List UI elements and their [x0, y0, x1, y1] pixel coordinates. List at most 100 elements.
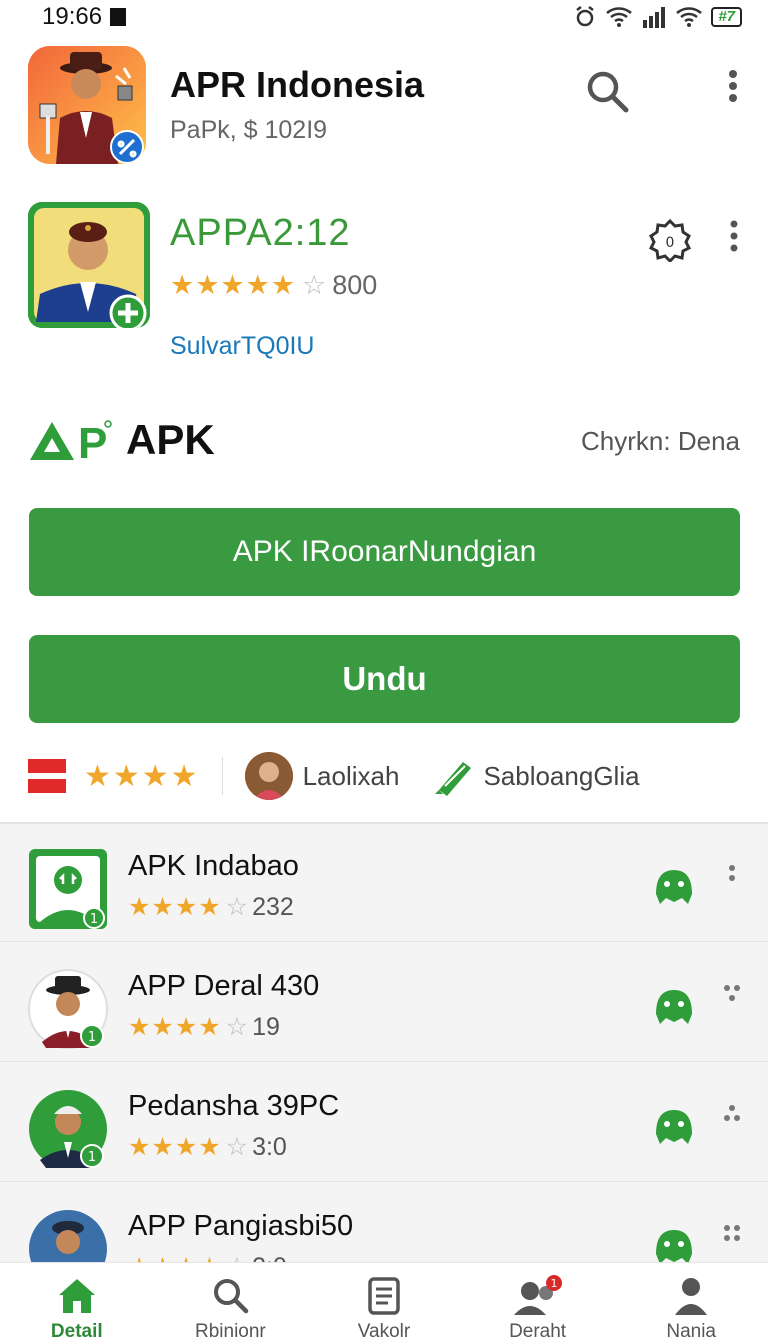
list-item-more-button[interactable] [722, 862, 742, 895]
nav-label: Deraht [509, 1321, 567, 1342]
list-item[interactable]: 1 APK Indabao ★★★★ ☆ 232 [0, 824, 768, 942]
brand-logo-icon: P [30, 419, 112, 464]
battery-icon: #7 [711, 7, 742, 27]
star-empty-icon: ☆ [226, 1252, 248, 1262]
list-item-title: APP Deral 430 [128, 970, 320, 1002]
list-item-more-button[interactable] [722, 982, 742, 1015]
nav-item-document[interactable]: Vakolr [307, 1263, 461, 1344]
nav-item-profile[interactable]: Nania [614, 1263, 768, 1344]
more-vert-icon [729, 70, 737, 102]
featured-developer-link[interactable]: SulvarTQ0IU [170, 332, 314, 361]
list-app-icon [28, 1208, 108, 1262]
info-strip: ★★★★ Laolixah SabloangGlia [28, 745, 740, 807]
wifi-icon [606, 7, 633, 27]
star-empty-icon: ☆ [225, 1013, 249, 1041]
status-bar: 19:66 #7 [0, 0, 768, 34]
verified-badge[interactable]: 0 [648, 218, 692, 267]
android-icon [656, 990, 692, 1024]
featured-rating: ★★★★★ ☆ 800 [170, 270, 377, 301]
badge-icon: 0 [648, 218, 692, 264]
list-item[interactable]: 1 APP Deral 430 ★★★★ ☆ 19 [0, 944, 768, 1062]
list-item[interactable]: 1 Pedansha 39PC ★★★★ ☆ 3:0 [0, 1064, 768, 1182]
svg-text:P: P [78, 419, 107, 464]
nav-item-detail[interactable]: Detail [0, 1263, 154, 1344]
developer-label: Chyrkn: Dena [581, 426, 740, 456]
featured-app-icon [28, 202, 150, 328]
list-item-more-button[interactable] [722, 1222, 742, 1255]
alarm-icon [576, 6, 595, 27]
divider [221, 757, 223, 795]
featured-more-button[interactable] [724, 218, 744, 259]
pencil-icon [435, 762, 472, 796]
home-icon [58, 1279, 95, 1313]
star-rating: ★★★★ [128, 1013, 222, 1041]
more-button[interactable] [718, 68, 748, 113]
android-button[interactable] [650, 1102, 698, 1155]
star-empty-icon: ☆ [225, 893, 249, 921]
list-item-rating: ★★★★ ☆ 3:0 [128, 1132, 287, 1162]
nav-label: Nania [666, 1321, 716, 1342]
flag-icon [28, 759, 66, 793]
star-rating: ★★★★ [128, 893, 222, 921]
list-item-count: 3:0 [252, 1132, 287, 1161]
app-title: APR Indonesia [170, 64, 425, 105]
list-item-rating: ★★★★ ☆ 232 [128, 892, 294, 922]
more-icon [724, 985, 740, 1001]
nav-label: Detail [50, 1321, 103, 1342]
search-icon [587, 71, 629, 113]
bottom-nav: Detail Rbinionr Vakolr 1 Deraht Nania [0, 1262, 768, 1344]
list-item-count: 2:0 [252, 1253, 287, 1263]
list-item-rating: ★★★★ ☆ 2:0 [128, 1252, 287, 1263]
android-icon [656, 1110, 692, 1144]
list-app-icon: 1 [28, 848, 108, 930]
tag-label[interactable]: SabloangGlia [483, 761, 639, 792]
brand-name: APK [126, 416, 215, 463]
star-rating: ★★★★ [128, 1252, 222, 1262]
list-item-rating: ★★★★ ☆ 19 [128, 1012, 280, 1042]
brand-row: P APK Chyrkn: Dena [28, 412, 740, 468]
android-icon [656, 1230, 692, 1262]
featured-app[interactable]: APPA2:12 ★★★★★ ☆ 800 SulvarTQ0IU 0 [28, 200, 748, 370]
android-button[interactable] [650, 862, 698, 915]
svg-text:1: 1 [90, 912, 98, 927]
app-subtitle: PaPk, $ 102I9 [170, 116, 328, 144]
list-item-count: 232 [252, 892, 294, 921]
android-button[interactable] [650, 982, 698, 1035]
user-name[interactable]: Laolixah [303, 761, 400, 792]
nav-label: Rbinionr [195, 1321, 266, 1342]
person-icon [675, 1278, 708, 1315]
list-item[interactable]: APP Pangiasbi50 ★★★★ ☆ 2:0 [0, 1184, 768, 1262]
avatar[interactable] [244, 752, 293, 800]
star-rating: ★★★★★ [170, 270, 297, 300]
star-empty-icon: ☆ [225, 1133, 249, 1161]
install-button[interactable]: APK IRoonarNundgian [29, 508, 740, 596]
star-empty-icon: ☆ [302, 270, 327, 300]
list-item-count: 19 [252, 1012, 280, 1041]
app-header: APR Indonesia PaPk, $ 102I9 [28, 46, 748, 166]
signal-icon [643, 7, 666, 28]
featured-title: APPA2:12 [170, 212, 351, 254]
svg-text:0: 0 [666, 235, 675, 251]
svg-text:1: 1 [550, 1277, 557, 1290]
featured-rating-count: 800 [332, 270, 378, 300]
list-item-title: APP Pangiasbi50 [128, 1210, 354, 1242]
list-app-icon: 1 [28, 968, 108, 1050]
list-item-more-button[interactable] [722, 1102, 742, 1135]
more-icon [724, 1225, 740, 1241]
nav-item-search[interactable]: Rbinionr [154, 1263, 308, 1344]
svg-text:1: 1 [88, 1150, 96, 1165]
app-icon[interactable] [28, 46, 146, 164]
download-button[interactable]: Undu [29, 635, 740, 723]
list-app-icon: 1 [28, 1088, 108, 1170]
search-button[interactable] [584, 68, 630, 119]
more-vert-icon [729, 865, 735, 881]
people-icon: 1 [513, 1275, 562, 1315]
more-icon [724, 1105, 740, 1121]
star-rating: ★★★★ [128, 1133, 222, 1161]
star-rating: ★★★★ [84, 759, 200, 793]
nav-item-people[interactable]: 1 Deraht [461, 1263, 615, 1344]
list-item-title: Pedansha 39PC [128, 1090, 340, 1122]
status-time: 19:66 [42, 3, 103, 30]
svg-text:1: 1 [88, 1030, 96, 1045]
android-button[interactable] [650, 1222, 698, 1262]
